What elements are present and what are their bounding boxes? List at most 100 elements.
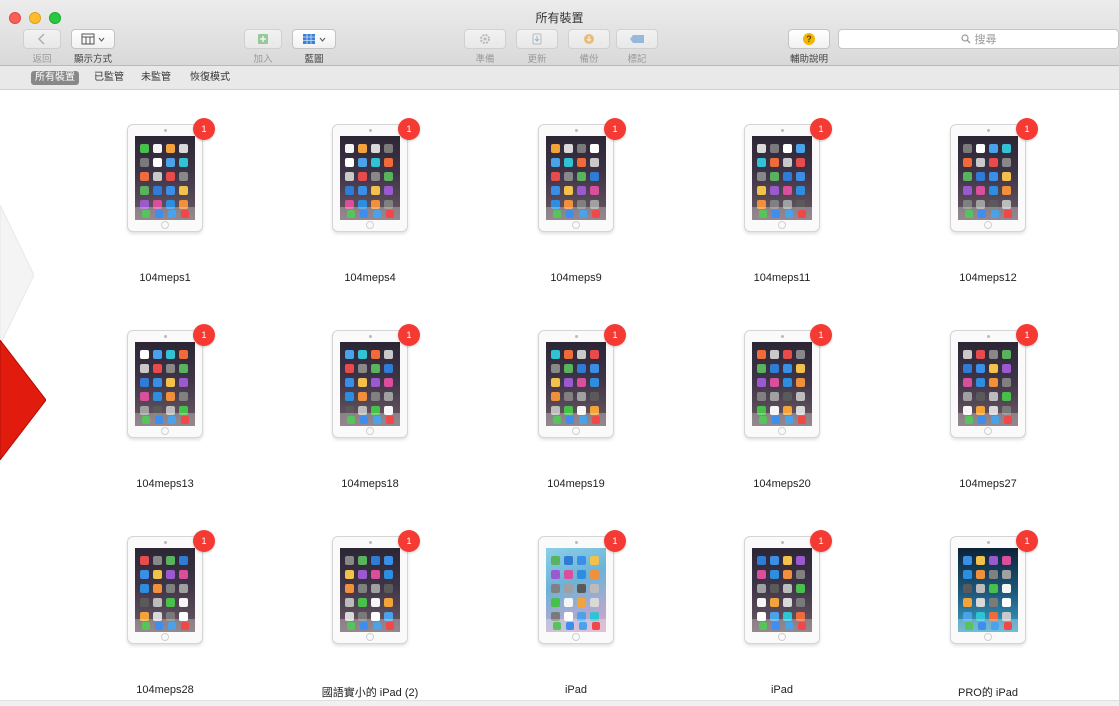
app-icon <box>153 350 162 359</box>
app-icon <box>577 350 586 359</box>
app-icon <box>770 556 779 565</box>
app-icon <box>577 570 586 579</box>
notification-badge: 1 <box>604 530 626 552</box>
device-tile[interactable]: 1 104meps9 <box>493 90 653 284</box>
dock <box>135 413 195 426</box>
app-icon <box>564 570 573 579</box>
add-button[interactable] <box>244 29 282 49</box>
app-icon <box>577 364 586 373</box>
notification-badge: 1 <box>398 324 420 346</box>
app-icon <box>963 378 972 387</box>
app-icon <box>371 378 380 387</box>
app-icon <box>564 144 573 153</box>
device-name: 104meps20 <box>753 478 811 490</box>
app-icon <box>345 158 354 167</box>
app-icon <box>564 598 573 607</box>
dock-app-icon <box>167 621 176 630</box>
app-icon <box>140 378 149 387</box>
dock-app-icon <box>1003 621 1012 630</box>
app-icon <box>166 570 175 579</box>
view-mode-button[interactable] <box>71 29 115 49</box>
dock-app-icon <box>977 621 986 630</box>
app-icon <box>564 584 573 593</box>
app-icon <box>796 584 805 593</box>
app-icon <box>796 598 805 607</box>
app-icon <box>770 584 779 593</box>
filter-supervised[interactable]: 已監管 <box>90 71 128 85</box>
app-icon <box>577 392 586 401</box>
filter-recovery-mode[interactable]: 恢復模式 <box>186 71 234 85</box>
app-icon <box>976 584 985 593</box>
update-button[interactable] <box>516 29 558 49</box>
app-icon <box>384 378 393 387</box>
dock <box>752 207 812 220</box>
device-tile[interactable]: 1 104meps27 <box>905 296 1065 490</box>
home-button <box>572 427 580 435</box>
device-tile[interactable]: 1 104meps19 <box>493 296 653 490</box>
ipad-device-icon <box>127 124 203 232</box>
backup-button[interactable] <box>568 29 610 49</box>
app-icon <box>577 598 586 607</box>
device-tile[interactable]: 1 iPad <box>493 502 653 696</box>
device-tile[interactable]: 1 國語實小的 iPad (2) <box>287 502 447 699</box>
dock-app-icon <box>797 415 806 424</box>
device-tile[interactable]: 1 104meps20 <box>699 296 859 490</box>
dock <box>958 207 1018 220</box>
app-icon <box>757 598 766 607</box>
dock-app-icon <box>591 209 600 218</box>
device-tile[interactable]: 1 iPad <box>699 502 859 696</box>
app-icon <box>153 172 162 181</box>
device-grid: 1 104meps1 1 104meps4 1 104meps9 1 104meps11 1 10… <box>0 90 1119 706</box>
add-device-icon <box>258 34 268 44</box>
app-icon <box>564 378 573 387</box>
camera-dot <box>781 335 784 338</box>
dock-app-icon <box>591 621 600 630</box>
app-icon <box>989 378 998 387</box>
window-toolbar: 所有裝置 返回 顯示方式 加入 藍圖 準備 更新 備份 標記 ? 輔助說明 搜尋 <box>0 0 1119 66</box>
device-tile[interactable]: 1 104meps13 <box>82 296 242 490</box>
app-icon <box>371 144 380 153</box>
back-button[interactable] <box>23 29 61 49</box>
app-icon <box>371 556 380 565</box>
device-tile[interactable]: 1 104meps28 <box>82 502 242 696</box>
blueprint-button[interactable] <box>292 29 336 49</box>
app-icon <box>384 144 393 153</box>
app-icon <box>551 570 560 579</box>
filter-all-devices[interactable]: 所有裝置 <box>31 71 79 85</box>
app-icon <box>1002 186 1011 195</box>
app-icon <box>371 364 380 373</box>
prepare-button[interactable] <box>464 29 506 49</box>
device-tile[interactable]: 1 104meps1 <box>82 90 242 284</box>
app-icon <box>783 144 792 153</box>
app-icon-grid <box>757 556 807 621</box>
device-tile[interactable]: 1 104meps11 <box>699 90 859 284</box>
app-icon <box>989 598 998 607</box>
notification-badge: 1 <box>810 530 832 552</box>
device-tile[interactable]: 1 104meps12 <box>905 90 1065 284</box>
app-icon <box>384 584 393 593</box>
device-tile[interactable]: 1 PRO的 iPad <box>905 502 1065 699</box>
device-name: 104meps11 <box>753 272 811 284</box>
device-tile[interactable]: 1 104meps4 <box>287 90 447 284</box>
tag-button[interactable] <box>616 29 658 49</box>
device-name: 國語實小的 iPad (2) <box>321 687 419 699</box>
ipad-screen <box>340 548 400 632</box>
ipad-device-icon <box>744 536 820 644</box>
app-icon <box>179 392 188 401</box>
help-button[interactable]: ? <box>788 29 830 49</box>
dock <box>340 413 400 426</box>
app-icon <box>140 350 149 359</box>
app-icon <box>179 378 188 387</box>
app-icon <box>371 570 380 579</box>
ipad-device-icon <box>538 330 614 438</box>
dock-app-icon <box>154 209 163 218</box>
device-tile[interactable]: 1 104meps18 <box>287 296 447 490</box>
ghost-arrow-decoration <box>0 205 34 345</box>
app-icon <box>783 186 792 195</box>
search-field[interactable]: 搜尋 <box>838 29 1119 49</box>
notification-badge: 1 <box>1016 530 1038 552</box>
ipad-device-icon <box>332 536 408 644</box>
filter-unsupervised[interactable]: 未監管 <box>137 71 175 85</box>
app-icon-grid <box>757 350 807 415</box>
app-icon <box>770 378 779 387</box>
